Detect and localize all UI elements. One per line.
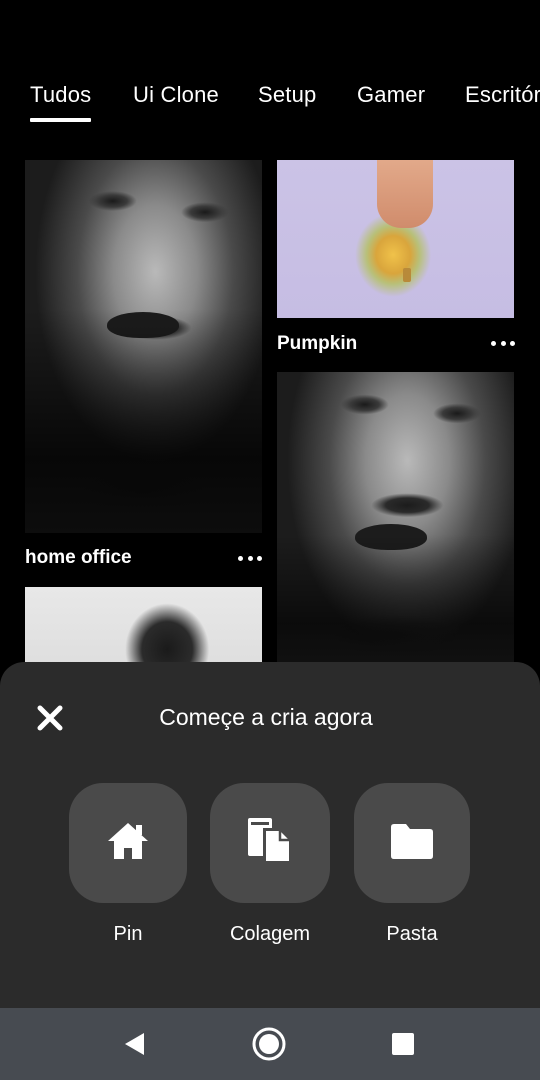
action-label: Pin [113,923,143,945]
pin-title: home office [25,547,132,568]
tab-setup[interactable]: Setup [258,82,317,108]
pin-image [277,372,514,668]
tab-gamer[interactable]: Gamer [357,82,425,108]
action-label: Pasta [386,923,438,945]
pin-image [25,160,262,533]
pin-card-portrait[interactable] [25,587,262,667]
folder-icon [389,822,435,865]
recents-square-icon[interactable] [385,1026,421,1062]
category-tabs: Tudos Ui Clone Setup Gamer Escritório [0,78,540,128]
action-label: Colagem [229,923,311,945]
create-pin-button[interactable]: Pin [69,783,187,946]
home-circle-icon[interactable] [251,1026,287,1062]
pin-image [25,587,262,667]
create-collage-button[interactable]: Colagem [210,783,330,946]
collage-icon [245,816,295,871]
tab-ui-clone[interactable]: Ui Clone [133,82,219,108]
create-bottom-sheet: Começe a cria agora Pin Colagem Pasta [0,662,540,1008]
more-horizontal-icon[interactable] [238,553,262,563]
more-horizontal-icon[interactable] [491,338,515,348]
pin-card-home-office[interactable] [25,160,262,533]
pin-image [277,160,514,318]
create-folder-button[interactable]: Pasta [354,783,470,946]
pin-title: Pumpkin [277,333,358,354]
pin-card-portrait-2[interactable] [277,372,514,668]
tab-tudos[interactable]: Tudos [30,82,92,122]
system-navigation-bar [0,1008,540,1080]
tab-escritorio[interactable]: Escritório [465,82,540,108]
back-icon[interactable] [117,1026,153,1062]
pin-card-pumpkin[interactable] [277,160,514,318]
sheet-title: Começe a cria agora [159,704,373,730]
home-icon [106,821,150,866]
